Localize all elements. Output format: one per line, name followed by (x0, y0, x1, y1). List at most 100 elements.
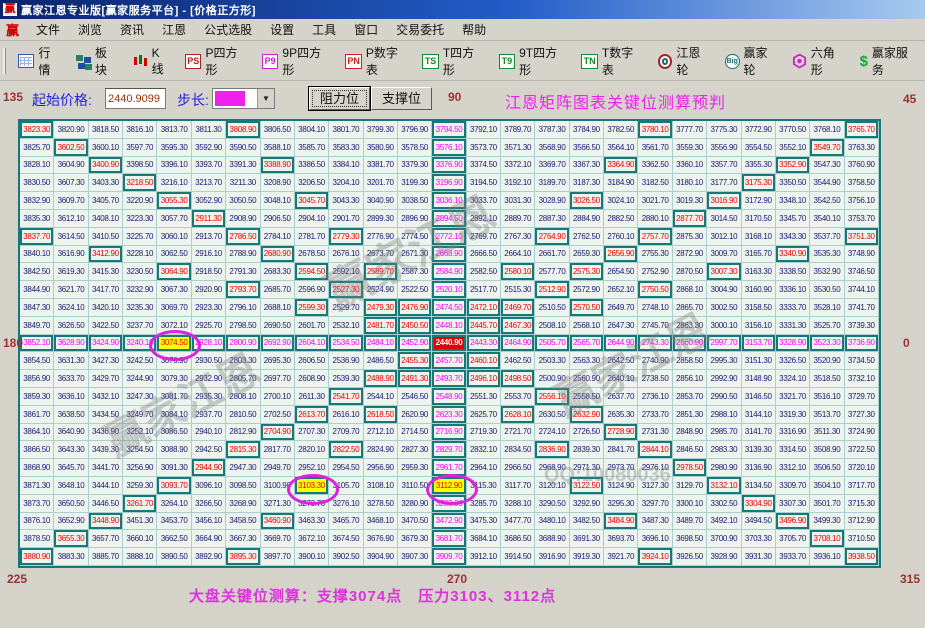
grid-cell: 3676.90 (363, 530, 398, 549)
grid-cell: 3703.30 (741, 530, 776, 549)
grid-cell: 2486.50 (363, 352, 398, 371)
grid-cell: 3475.30 (466, 512, 502, 531)
grid-cell: 3914.50 (501, 548, 536, 566)
grid-cell: 2443.30 (466, 334, 502, 353)
grid-cell: 3513.70 (810, 405, 845, 424)
menu-item-帮助[interactable]: 帮助 (453, 19, 495, 40)
grid-cell: 3866.50 (20, 441, 55, 460)
grid-cell: 3900.10 (294, 548, 330, 566)
grid-cell: 3024.10 (604, 192, 639, 210)
grid-cell: 3168.10 (741, 227, 776, 246)
menu-item-设置[interactable]: 设置 (261, 19, 303, 40)
angle-label-45: 45 (903, 92, 917, 106)
grid-cell: 2827.30 (397, 441, 433, 460)
menu-item-交易委托[interactable]: 交易委托 (387, 19, 453, 40)
grid-cell: 3847.30 (20, 298, 55, 317)
menu-item-工具[interactable]: 工具 (303, 19, 345, 40)
grid-cell: 3688.90 (535, 530, 570, 549)
bigwheel-icon: Big (725, 53, 740, 69)
grid-cell: 3595.30 (157, 138, 192, 157)
grid-cell: 2683.30 (260, 263, 295, 282)
grid-cell: 3081.70 (157, 387, 192, 406)
toolbar-button-六角形[interactable]: 六角形 (785, 41, 852, 81)
toolbar-button-行情[interactable]: 行情 (11, 41, 69, 81)
toolbar-button-板块[interactable]: 板块 (69, 41, 126, 81)
grid-cell: 3564.10 (604, 138, 639, 157)
grid-cell: 3662.50 (157, 530, 192, 549)
grid-cell: 3355.30 (741, 156, 776, 175)
grid-cell: 3799.30 (363, 121, 398, 139)
menu-item-公式选股[interactable]: 公式选股 (195, 19, 261, 40)
toolbar-button-赢家服务[interactable]: $ 赢家服务 (853, 41, 925, 81)
grid-cell: 3165.70 (741, 245, 776, 264)
grid-cell: 3576.10 (432, 138, 467, 157)
grid-cell: 3463.30 (294, 512, 330, 531)
combo-dropdown-arrow-icon[interactable]: ▼ (257, 89, 274, 108)
grid-cell: 2532.10 (329, 316, 364, 335)
start-price-input[interactable] (105, 88, 166, 109)
grid-cell: 2851.30 (672, 405, 708, 424)
toolbar-button-江恩轮[interactable]: 江恩轮 (651, 41, 718, 81)
grid-cell: 3412.90 (88, 245, 124, 264)
grid-cell: 3240.10 (123, 334, 158, 353)
toolbar-button-T数字表[interactable]: TN T数字表 (574, 41, 650, 81)
grid-cell: 3626.50 (54, 316, 89, 335)
menu-item-窗口[interactable]: 窗口 (345, 19, 387, 40)
step-color-combobox[interactable]: ▼ (212, 88, 275, 109)
support-button[interactable]: 支撑位 (371, 87, 432, 110)
grid-cell: 3871.30 (20, 476, 55, 495)
grid-cell: 3187.30 (569, 174, 605, 193)
toolbar-label: P四方形 (205, 46, 238, 77)
grid-cell: 3314.50 (775, 441, 811, 460)
grid-cell: 3928.90 (707, 548, 742, 566)
toolbar-button-赢家轮[interactable]: Big 赢家轮 (718, 41, 785, 81)
grid-cell: 2995.30 (707, 352, 742, 371)
grid-cell: 3084.10 (157, 405, 192, 424)
grid-cell: 2520.10 (432, 281, 467, 299)
grid-cell: 3175.30 (741, 174, 776, 193)
grid-cell: 2985.70 (707, 423, 742, 442)
grid-cell: 3657.70 (88, 530, 124, 549)
toolbar-button-P数字表[interactable]: PN P数字表 (338, 41, 415, 81)
grid-cell: 3374.50 (466, 156, 502, 175)
grid-cell: 3511.30 (810, 423, 845, 442)
toolbar-button-P四方形[interactable]: PS P四方形 (178, 41, 255, 81)
grid-cell: 3336.10 (775, 281, 811, 299)
toolbar-button-9P四方形[interactable]: P9 9P四方形 (255, 41, 338, 81)
menu-item-浏览[interactable]: 浏览 (69, 19, 111, 40)
grid-cell: 3326.50 (775, 352, 811, 371)
grid-cell: 3208.90 (260, 174, 295, 193)
grid-cell: 3110.50 (397, 476, 433, 495)
grid-cell: 2700.10 (260, 387, 295, 406)
grid-cell: 3892.90 (191, 548, 227, 566)
grid-cell: 3854.50 (20, 352, 55, 371)
grid-cell: 3012.10 (707, 227, 742, 246)
grid-cell: 3069.70 (157, 298, 192, 317)
grid-cell: 3158.50 (741, 298, 776, 317)
resistance-button[interactable]: 阻力位 (308, 86, 371, 111)
grid-cell: 2772.10 (432, 227, 467, 246)
menu-item-文件[interactable]: 文件 (27, 19, 69, 40)
grid-cell: 3496.90 (775, 512, 811, 531)
toolbar-button-9T四方形[interactable]: T9 9T四方形 (492, 41, 575, 81)
toolbar-button-K线[interactable]: K线 (125, 43, 178, 80)
grid-cell: 2798.50 (226, 316, 261, 335)
menu-item-江恩[interactable]: 江恩 (153, 19, 195, 40)
toolbar-button-T四方形[interactable]: TS T四方形 (415, 41, 491, 81)
grid-cell: 2863.30 (672, 316, 708, 335)
toolbar-grip-icon (3, 48, 6, 74)
grid-cell: 3170.50 (741, 209, 776, 228)
grid-cell: 3808.90 (226, 121, 261, 139)
grid-cell: 2637.70 (604, 387, 639, 406)
grid-cell: 3936.10 (810, 548, 845, 566)
grid-cell: 3410.50 (88, 227, 124, 246)
menu-item-资讯[interactable]: 资讯 (111, 19, 153, 40)
grid-cell: 2517.70 (466, 281, 502, 299)
grid-cell: 2671.30 (397, 245, 433, 264)
angle-label-135: 135 (3, 90, 24, 104)
grid-cell: 3343.30 (775, 227, 811, 246)
grid-cell: 3052.90 (191, 192, 227, 210)
grid-cell: 3729.70 (844, 387, 879, 406)
grid-cell: 3307.30 (775, 494, 811, 513)
grid-cell: 3880.90 (20, 548, 55, 566)
